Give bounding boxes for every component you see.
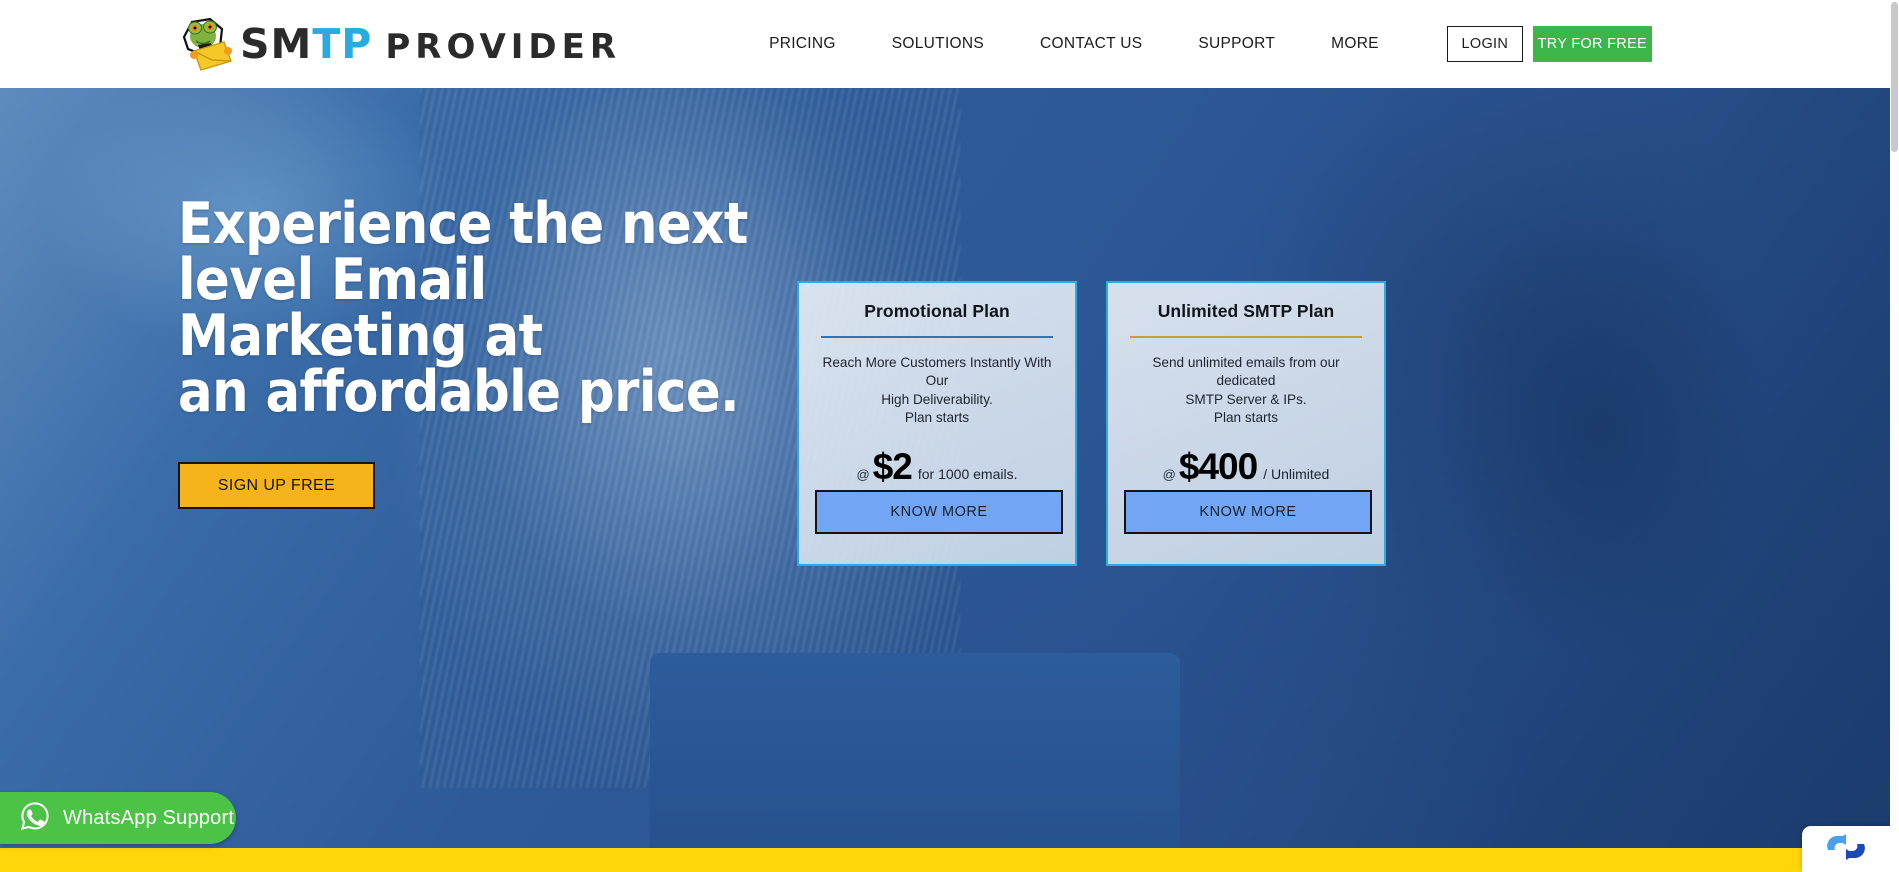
- hero-section: Experience the next level Email Marketin…: [0, 88, 1890, 848]
- header-actions: LOGIN TRY FOR FREE: [1446, 26, 1652, 62]
- login-button[interactable]: LOGIN: [1446, 26, 1523, 62]
- sync-arrows-icon: [1824, 832, 1868, 867]
- nav-item-pricing[interactable]: PRICING: [741, 35, 864, 53]
- plan-price: @ $400 / Unlimited: [1124, 448, 1368, 485]
- plan-card-promotional[interactable]: Promotional Plan Reach More Customers In…: [797, 281, 1077, 566]
- frog-envelope-logo-icon: [178, 15, 234, 73]
- whatsapp-support-label: WhatsApp Support: [63, 806, 235, 829]
- nav-item-support[interactable]: SUPPORT: [1170, 35, 1303, 53]
- plan-price: @ $2 for 1000 emails.: [815, 448, 1059, 485]
- whatsapp-icon: [20, 801, 50, 836]
- whatsapp-support-button[interactable]: WhatsApp Support: [0, 792, 236, 844]
- plan-title: Unlimited SMTP Plan: [1157, 301, 1335, 321]
- site-header: SMTP PROVIDER PRICING SOLUTIONS CONTACT U…: [0, 0, 1890, 88]
- try-for-free-button[interactable]: TRY FOR FREE: [1532, 26, 1652, 62]
- plan-card-unlimited[interactable]: Unlimited SMTP Plan Send unlimited email…: [1106, 281, 1386, 566]
- plan-description: Send unlimited emails from our dedicated…: [1152, 354, 1340, 426]
- logo-text-smt: SM: [240, 19, 313, 68]
- plan-price-unit: for 1000 emails.: [917, 465, 1018, 482]
- plan-divider: [1130, 336, 1362, 338]
- page-scrollbar-thumb[interactable]: [1891, 2, 1898, 152]
- bottom-yellow-bar: [0, 848, 1890, 872]
- main-navigation: PRICING SOLUTIONS CONTACT US SUPPORT MOR…: [741, 35, 1407, 53]
- plan-price-amount: $2: [872, 445, 913, 487]
- know-more-button[interactable]: KNOW MORE: [815, 490, 1063, 534]
- plan-title: Promotional Plan: [864, 301, 1010, 321]
- logo-wordmark: SMTP PROVIDER: [240, 23, 622, 67]
- plan-description: Reach More Customers Instantly With Our …: [822, 354, 1052, 426]
- hero-copy: Experience the next level Email Marketin…: [178, 196, 748, 509]
- know-more-button[interactable]: KNOW MORE: [1124, 490, 1372, 534]
- site-logo[interactable]: SMTP PROVIDER: [178, 15, 621, 73]
- nav-item-more[interactable]: MORE: [1303, 35, 1407, 53]
- logo-text-tp: TP: [312, 19, 373, 68]
- plan-price-at-symbol: @: [856, 466, 870, 482]
- plan-price-at-symbol: @: [1162, 466, 1176, 482]
- sync-widget[interactable]: [1802, 826, 1890, 872]
- plan-price-amount: $400: [1178, 445, 1258, 487]
- hero-photo-person-right: [1370, 128, 1830, 748]
- nav-item-solutions[interactable]: SOLUTIONS: [864, 35, 1012, 53]
- plan-price-unit: / Unlimited: [1263, 465, 1330, 482]
- nav-item-contact-us[interactable]: CONTACT US: [1012, 35, 1170, 53]
- hero-photo-laptop: [650, 653, 1180, 848]
- plan-divider: [821, 336, 1053, 338]
- hero-headline: Experience the next level Email Marketin…: [178, 191, 748, 425]
- logo-text-provider: PROVIDER: [385, 26, 622, 67]
- sign-up-free-button[interactable]: SIGN UP FREE: [178, 462, 375, 509]
